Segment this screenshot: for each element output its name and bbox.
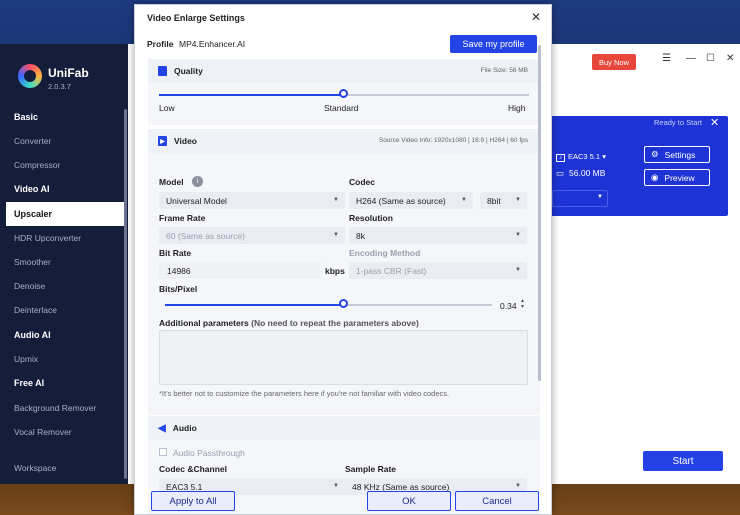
profile-value: MP4.Enhancer.AI bbox=[179, 39, 246, 49]
preview-button[interactable]: ◉ Preview bbox=[644, 169, 710, 186]
sidebar-scrollbar[interactable] bbox=[124, 109, 127, 479]
buy-now-button[interactable]: Buy Now bbox=[592, 54, 636, 70]
ready-status: Ready to Start bbox=[654, 118, 702, 127]
audio-passthrough-checkbox[interactable] bbox=[159, 448, 167, 456]
profile-label: Profile bbox=[147, 39, 174, 49]
chevron-down-icon: ▼ bbox=[333, 483, 339, 489]
codec-select[interactable]: H264 (Same as source) ▼ bbox=[349, 192, 473, 209]
resolution-select[interactable]: 8k ▼ bbox=[349, 227, 527, 244]
encoding-method-select[interactable]: 1-pass CBR (Fast) ▼ bbox=[349, 262, 527, 279]
apply-to-all-button[interactable]: Apply to All bbox=[151, 491, 235, 511]
sidebar-item-vocal-remover[interactable]: Vocal Remover bbox=[14, 427, 72, 437]
bits-pixel-slider-fill bbox=[165, 304, 341, 306]
frame-rate-select[interactable]: 60 (Same as source) ▼ bbox=[159, 227, 345, 244]
frame-rate-label: Frame Rate bbox=[159, 213, 206, 223]
additional-params-label: Additional parameters (No need to repeat… bbox=[159, 318, 419, 328]
chevron-down-icon: ▼ bbox=[333, 232, 339, 238]
audio-header: ◀ Audio bbox=[148, 416, 540, 440]
audio-icon: ♪ bbox=[556, 154, 565, 162]
bits-pixel-label: Bits/Pixel bbox=[159, 284, 198, 294]
dialog-scrollbar[interactable] bbox=[538, 45, 541, 381]
unifab-logo-icon bbox=[18, 64, 42, 88]
sidebar-heading-audio-ai: Audio AI bbox=[14, 330, 51, 340]
eye-icon: ◉ bbox=[651, 172, 659, 182]
info-icon[interactable]: i bbox=[192, 176, 203, 187]
close-app-icon[interactable]: ✕ bbox=[726, 53, 734, 64]
resolution-label: Resolution bbox=[349, 213, 393, 223]
bit-rate-input[interactable]: 14986 bbox=[159, 262, 321, 279]
sample-rate-label: Sample Rate bbox=[345, 464, 397, 474]
sidebar-item-background-remover[interactable]: Background Remover bbox=[14, 403, 96, 413]
sidebar-item-compressor[interactable]: Compressor bbox=[14, 160, 60, 170]
quality-header: Quality File Size: 56 MB bbox=[148, 59, 540, 83]
chevron-down-icon: ▼ bbox=[461, 197, 467, 203]
sidebar-item-converter[interactable]: Converter bbox=[14, 136, 51, 146]
model-select[interactable]: Universal Model ▼ bbox=[159, 192, 345, 209]
sidebar-item-deinterlace[interactable]: Deinterlace bbox=[14, 305, 57, 315]
chevron-down-icon: ▼ bbox=[515, 483, 521, 489]
encoding-method-label: Encoding Method bbox=[349, 248, 421, 258]
ok-button[interactable]: OK bbox=[367, 491, 451, 511]
audio-format-badge: ♪ EAC3 5.1 ▾ bbox=[556, 152, 606, 162]
folder-icon: ▭ bbox=[556, 168, 565, 178]
dialog-title: Video Enlarge Settings bbox=[147, 13, 245, 23]
video-header: ▶ Video Source Video Info: 1920x1080 | 1… bbox=[148, 129, 540, 153]
cancel-button[interactable]: Cancel bbox=[455, 491, 539, 511]
chevron-down-icon: ▼ bbox=[333, 197, 339, 203]
save-profile-button[interactable]: Save my profile bbox=[450, 35, 537, 53]
sidebar-heading-basic: Basic bbox=[14, 112, 39, 122]
file-size-info: File Size: 56 MB bbox=[480, 67, 528, 74]
quality-slider-fill bbox=[159, 94, 344, 96]
additional-params-textarea[interactable] bbox=[159, 330, 528, 385]
stepper-arrows-icon[interactable]: ▴ ▾ bbox=[521, 298, 524, 310]
dialog-close-icon[interactable]: ✕ bbox=[531, 10, 541, 24]
bits-pixel-value: 0.34 bbox=[500, 301, 517, 311]
sidebar-heading-video-ai: Video AI bbox=[14, 184, 50, 194]
codec-label: Codec bbox=[349, 177, 375, 187]
gear-icon: ⚙ bbox=[651, 149, 659, 159]
sidebar: UniFab 2.0.3.7 Basic Converter Compresso… bbox=[0, 44, 128, 484]
sidebar-item-workspace[interactable]: Workspace bbox=[14, 463, 56, 473]
codec-channel-label: Codec &Channel bbox=[159, 464, 228, 474]
task-close-icon[interactable]: ✕ bbox=[710, 116, 719, 129]
sidebar-item-upmix[interactable]: Upmix bbox=[14, 354, 38, 364]
quality-standard-label: Standard bbox=[324, 103, 359, 113]
app-version: 2.0.3.7 bbox=[48, 82, 71, 91]
bit-depth-select[interactable]: 8bit ▼ bbox=[480, 192, 527, 209]
minimize-icon[interactable]: — bbox=[686, 53, 696, 64]
sidebar-item-hdr-upconverter[interactable]: HDR Upconverter bbox=[14, 233, 81, 243]
output-file-size: ▭ 56.00 MB bbox=[556, 168, 606, 178]
start-button[interactable]: Start bbox=[643, 451, 723, 471]
audio-passthrough-label: Audio Passthrough bbox=[173, 448, 245, 458]
video-enlarge-settings-dialog: Video Enlarge Settings ✕ Profile MP4.Enh… bbox=[134, 4, 552, 515]
bits-pixel-slider-handle[interactable] bbox=[339, 299, 348, 308]
quality-high-label: High bbox=[508, 103, 526, 113]
output-dropdown[interactable]: ▼ bbox=[552, 190, 608, 207]
menu-icon[interactable]: ☰ bbox=[662, 53, 671, 64]
settings-button[interactable]: ⚙ Settings bbox=[644, 146, 710, 163]
sidebar-item-denoise[interactable]: Denoise bbox=[14, 281, 45, 291]
video-icon: ▶ bbox=[158, 136, 167, 146]
sidebar-item-smoother[interactable]: Smoother bbox=[14, 257, 51, 267]
quality-icon bbox=[158, 66, 167, 76]
sidebar-item-upscaler[interactable]: Upscaler bbox=[6, 202, 126, 226]
maximize-icon[interactable]: ☐ bbox=[706, 53, 715, 64]
quality-slider-handle[interactable] bbox=[339, 89, 348, 98]
sidebar-heading-free-ai: Free AI bbox=[14, 378, 45, 388]
codec-warning-note: *It's better not to customize the parame… bbox=[159, 389, 450, 398]
brand-name: UniFab bbox=[48, 66, 89, 80]
speaker-icon: ◀ bbox=[158, 422, 166, 434]
bit-rate-label: Bit Rate bbox=[159, 248, 192, 258]
chevron-down-icon: ▼ bbox=[515, 197, 521, 203]
chevron-down-icon: ▼ bbox=[515, 267, 521, 273]
model-label: Model bbox=[159, 177, 184, 187]
bit-rate-unit: kbps bbox=[325, 266, 345, 276]
quality-low-label: Low bbox=[159, 103, 175, 113]
chevron-down-icon: ▼ bbox=[515, 232, 521, 238]
source-video-info: Source Video Info: 1920x1080 | 16:9 | H2… bbox=[378, 137, 528, 144]
